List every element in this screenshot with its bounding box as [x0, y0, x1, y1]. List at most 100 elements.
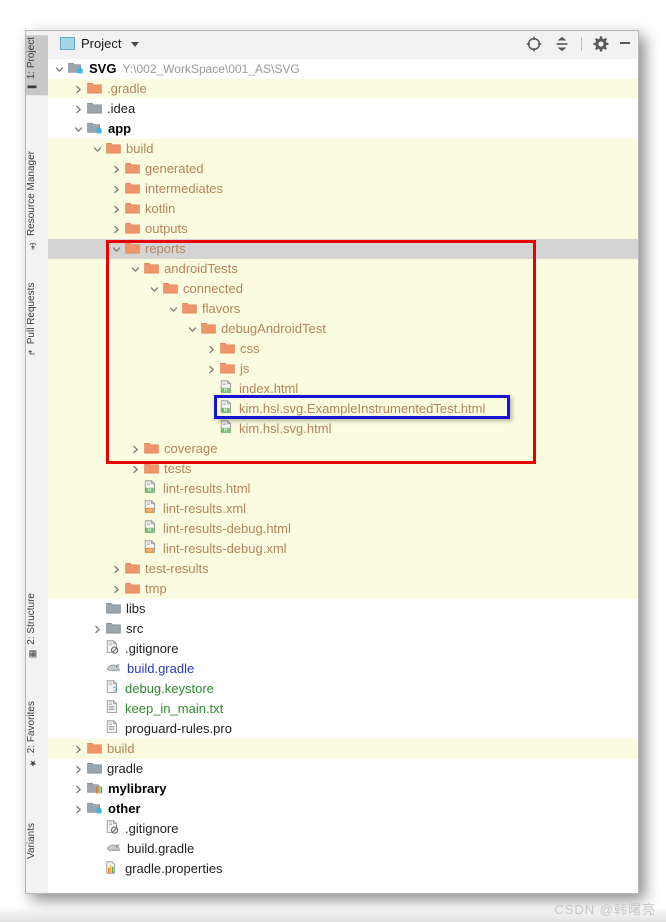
tree-row-label: test-results — [145, 561, 209, 576]
tree-row[interactable]: SVG Y:\002_WorkSpace\001_AS\SVG — [48, 59, 638, 79]
tree-row[interactable]: mylibrary — [48, 779, 638, 799]
tree-row[interactable]: Hindex.html — [48, 379, 638, 399]
folder-orange-icon — [87, 740, 102, 760]
tree-row[interactable]: Hlint-results-debug.html — [48, 519, 638, 539]
chevron-right-icon[interactable] — [111, 584, 122, 595]
chevron-right-icon[interactable] — [92, 624, 103, 635]
tree-row[interactable]: reports — [48, 239, 638, 259]
tree-row[interactable]: proguard-rules.pro — [48, 719, 638, 739]
tree-row[interactable]: intermediates — [48, 179, 638, 199]
tool-tab-project[interactable]: ▬ 1: Project — [26, 35, 48, 96]
tree-row[interactable]: Hkim.hsl.svg.ExampleInstrumentedTest.htm… — [48, 399, 638, 419]
tree-row-label: build.gradle — [127, 841, 195, 856]
tree-row[interactable]: Hlint-results.html — [48, 479, 638, 499]
chevron-down-icon[interactable] — [168, 304, 179, 315]
tree-row[interactable]: .idea — [48, 99, 638, 119]
chevron-down-icon[interactable] — [111, 244, 122, 255]
tree-row[interactable]: debugAndroidTest — [48, 319, 638, 339]
tree-row[interactable]: gradle.properties — [48, 859, 638, 879]
tree-row[interactable]: flavors — [48, 299, 638, 319]
svg-text:H: H — [224, 428, 228, 434]
tool-tab-resource-manager[interactable]: ⚓ Resource Manager — [26, 149, 48, 252]
chevron-down-icon[interactable] — [73, 124, 84, 135]
chevron-down-icon[interactable] — [131, 42, 140, 47]
tree-row-label: debugAndroidTest — [221, 321, 326, 336]
module-folder-icon — [87, 120, 103, 140]
minimize-icon[interactable] — [620, 42, 630, 44]
collapse-all-icon[interactable] — [553, 35, 571, 53]
tree-row-label: proguard-rules.pro — [125, 721, 232, 736]
chevron-down-icon[interactable] — [130, 264, 141, 275]
chevron-down-icon[interactable] — [54, 64, 65, 75]
tree-row[interactable]: gradle — [48, 759, 638, 779]
tree-row[interactable]: build.gradle — [48, 659, 638, 679]
tree-row[interactable]: ? debug.keystore — [48, 679, 638, 699]
tool-tab-favorites[interactable]: ★ 2: Favorites — [26, 699, 48, 769]
tree-row[interactable]: build.gradle — [48, 839, 638, 859]
tool-tab-structure[interactable]: ▦ 2: Structure — [26, 591, 48, 661]
resource-manager-icon: ⚓ — [27, 240, 37, 251]
tool-window-tab-strip: ▬ 1: Project ⚓ Resource Manager ↱ Pull Reques… — [26, 31, 49, 893]
chevron-right-icon[interactable] — [73, 104, 84, 115]
file-gradle-icon — [106, 840, 122, 860]
tree-row[interactable]: build — [48, 139, 638, 159]
tree-row[interactable]: src — [48, 619, 638, 639]
tree-row[interactable]: .gitignore — [48, 639, 638, 659]
chevron-right-icon[interactable] — [73, 804, 84, 815]
tree-row[interactable]: coverage — [48, 439, 638, 459]
tree-row[interactable]: other — [48, 799, 638, 819]
project-tree[interactable]: SVG Y:\002_WorkSpace\001_AS\SVG .gradle .id… — [48, 59, 638, 893]
chevron-right-icon[interactable] — [206, 364, 217, 375]
chevron-right-icon[interactable] — [206, 344, 217, 355]
tree-row[interactable]: androidTests — [48, 259, 638, 279]
tree-row[interactable]: test-results — [48, 559, 638, 579]
chevron-right-icon[interactable] — [73, 784, 84, 795]
chevron-right-icon[interactable] — [111, 164, 122, 175]
chevron-right-icon[interactable] — [111, 204, 122, 215]
chevron-down-icon[interactable] — [92, 144, 103, 155]
tree-row[interactable]: tests — [48, 459, 638, 479]
folder-orange-icon — [144, 440, 159, 460]
tree-row[interactable]: connected — [48, 279, 638, 299]
chevron-right-icon[interactable] — [73, 764, 84, 775]
svg-text:<>: <> — [147, 548, 153, 554]
tree-row[interactable]: kotlin — [48, 199, 638, 219]
header-action-group — [525, 35, 630, 53]
tree-row-label: .gitignore — [125, 641, 179, 656]
tree-row[interactable]: tmp — [48, 579, 638, 599]
tree-row[interactable]: css — [48, 339, 638, 359]
tree-row[interactable]: build — [48, 739, 638, 759]
tree-row[interactable]: <> lint-results-debug.xml — [48, 539, 638, 559]
tree-row-label: other — [108, 801, 141, 816]
tree-row-label: css — [240, 341, 260, 356]
chevron-down-icon[interactable] — [149, 284, 160, 295]
tree-row[interactable]: generated — [48, 159, 638, 179]
chevron-right-icon[interactable] — [111, 184, 122, 195]
tool-tab-label: Resource Manager — [26, 151, 37, 237]
chevron-right-icon[interactable] — [73, 84, 84, 95]
locate-file-icon[interactable] — [525, 35, 543, 53]
chevron-down-icon[interactable] — [187, 324, 198, 335]
tool-tab-variants[interactable]: Variants — [26, 821, 48, 865]
chevron-right-icon[interactable] — [111, 224, 122, 235]
tree-row[interactable]: .gitignore — [48, 819, 638, 839]
tree-row[interactable]: <> lint-results.xml — [48, 499, 638, 519]
file-xml-icon: <> — [144, 540, 158, 560]
chevron-right-icon[interactable] — [130, 464, 141, 475]
project-title-group[interactable]: Project — [60, 36, 140, 51]
tree-row[interactable]: .gradle — [48, 79, 638, 99]
tree-row[interactable]: outputs — [48, 219, 638, 239]
tree-row-label: build — [107, 741, 135, 756]
chevron-right-icon[interactable] — [130, 444, 141, 455]
tree-row[interactable]: Hkim.hsl.svg.html — [48, 419, 638, 439]
settings-gear-icon[interactable] — [592, 35, 610, 53]
tree-row[interactable]: libs — [48, 599, 638, 619]
tree-row[interactable]: js — [48, 359, 638, 379]
chevron-right-icon[interactable] — [111, 564, 122, 575]
file-properties-icon — [106, 860, 120, 880]
chevron-right-icon[interactable] — [73, 744, 84, 755]
tree-row[interactable]: app — [48, 119, 638, 139]
tree-row[interactable]: keep_in_main.txt — [48, 699, 638, 719]
tool-tab-pull-requests[interactable]: ↱ Pull Requests — [26, 281, 48, 358]
svg-text:H: H — [224, 388, 228, 394]
